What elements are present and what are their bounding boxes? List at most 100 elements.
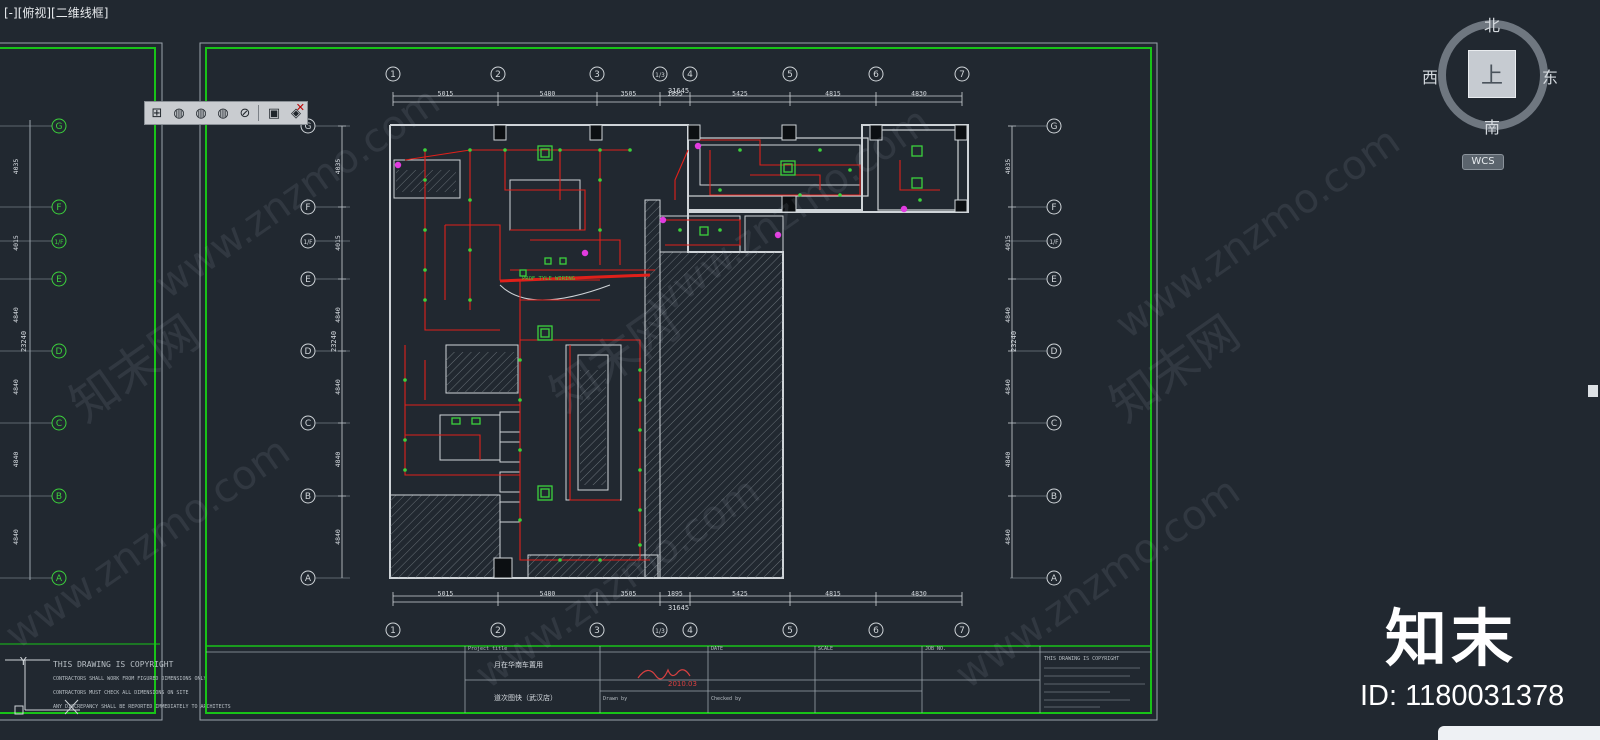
brand-id: ID: 1180031378 bbox=[1360, 680, 1565, 712]
project-label: Project title bbox=[468, 646, 507, 652]
grid-col-label: 3 bbox=[594, 626, 600, 636]
grid-row-label: F bbox=[1051, 203, 1056, 213]
job-label: JOB NO. bbox=[925, 646, 946, 652]
grid-col-label: 3 bbox=[594, 70, 600, 80]
drawn-label: Drawn by bbox=[603, 696, 627, 702]
globe-remove-icon[interactable]: ◍ bbox=[213, 104, 233, 122]
left-note-3: CONTRACTORS MUST CHECK ALL DIMENSIONS ON… bbox=[53, 690, 188, 696]
leftsheet-side-dimension: 4840 bbox=[12, 452, 20, 468]
dimension-value: 4815 bbox=[825, 590, 841, 598]
compass-south[interactable]: 南 bbox=[1484, 114, 1500, 138]
side-dimension-value: 4840 bbox=[1004, 379, 1012, 395]
brand-logo: 知末 bbox=[1385, 602, 1518, 675]
compass-north[interactable]: 北 bbox=[1484, 12, 1500, 36]
leftsheet-side-dimension: 4035 bbox=[12, 159, 20, 175]
side-dimension-value: 4840 bbox=[1004, 452, 1012, 468]
leftsheet-row-label: G bbox=[56, 122, 63, 132]
grid-col-label: 1 bbox=[390, 626, 396, 636]
region-select-icon[interactable]: ⊞ bbox=[147, 104, 167, 122]
leftsheet-row-label: B bbox=[56, 492, 62, 502]
signature: 2010.03 bbox=[637, 668, 697, 688]
grid-row-label: A bbox=[1051, 574, 1058, 584]
compass-east[interactable]: 东 bbox=[1542, 64, 1558, 88]
dimension-value: 5425 bbox=[732, 590, 748, 598]
left-note-2: CONTRACTORS SHALL WORK FROM FIGURED DIME… bbox=[53, 676, 207, 682]
side-dimension-value: 4840 bbox=[334, 452, 342, 468]
grid-col-label: 4 bbox=[687, 626, 693, 636]
dimension-value: 4830 bbox=[911, 90, 927, 98]
leftsheet-row-label: 1/F bbox=[54, 239, 64, 246]
side-dimension-value: 4840 bbox=[1004, 307, 1012, 323]
leftsheet-side-dimension: 4840 bbox=[12, 529, 20, 545]
grid-row-label: B bbox=[1051, 492, 1057, 502]
leftsheet-side-dimension: 4840 bbox=[12, 379, 20, 395]
leftsheet-row-label: F bbox=[56, 203, 61, 213]
side-dimension-value: 4035 bbox=[1004, 159, 1012, 175]
grid-col-label: 1/3 bbox=[655, 72, 665, 79]
project-name: 月在华南车置用 bbox=[494, 660, 543, 669]
grid-col-label: 7 bbox=[959, 70, 965, 80]
leftsheet-side-dimension: 4840 bbox=[12, 307, 20, 323]
globe-icon[interactable]: ◍ bbox=[169, 104, 189, 122]
notification-tab[interactable] bbox=[1438, 726, 1600, 740]
grid-col-label: 7 bbox=[959, 626, 965, 636]
grid-row-label: B bbox=[305, 492, 311, 502]
floor-plan: PROF TYLE WIRING bbox=[389, 124, 969, 579]
total-dim-bottom: 31645 bbox=[668, 604, 689, 612]
grid-row-label: 1/F bbox=[303, 239, 313, 246]
grid-col-label: 4 bbox=[687, 70, 693, 80]
dimension-value: 1895 bbox=[667, 590, 683, 598]
floating-toolbar[interactable]: ⊞ ◍ ◍ ◍ ⊘ ▣ ◈ ✕ bbox=[144, 101, 308, 125]
grid-row-label: G bbox=[1051, 122, 1058, 132]
side-dimension-value: 4840 bbox=[334, 379, 342, 395]
dimension-value: 5425 bbox=[732, 90, 748, 98]
grid-row-label: C bbox=[1051, 419, 1057, 429]
drawing-name: 道次图快（武汉店） bbox=[494, 693, 557, 702]
side-total-right: 23240 bbox=[1010, 331, 1018, 352]
leftsheet-row-label: E bbox=[56, 275, 62, 285]
leftsheet-row-label: A bbox=[56, 574, 63, 584]
scale-label: SCALE bbox=[818, 646, 833, 652]
toolbar-separator bbox=[258, 105, 259, 121]
viewcube-top-face[interactable]: 上 bbox=[1468, 50, 1516, 98]
side-dimension-value: 4840 bbox=[334, 307, 342, 323]
side-dimension-value: 4015 bbox=[1004, 235, 1012, 251]
tb-copyright: THIS DRAWING IS COPYRIGHT bbox=[1044, 656, 1119, 662]
svg-text:Y: Y bbox=[19, 655, 27, 668]
grid-col-label: 2 bbox=[495, 70, 501, 80]
vertical-scrollbar-thumb[interactable] bbox=[1588, 385, 1598, 397]
left-note-4: ANY DISCREPANCY SHALL BE REPORTED IMMEDI… bbox=[53, 704, 231, 710]
viewcube[interactable]: 上 北 南 西 东 WCS bbox=[1422, 6, 1588, 176]
globe-add-icon[interactable]: ◍ bbox=[191, 104, 211, 122]
grid-row-label: E bbox=[1051, 275, 1057, 285]
sphere-edit-icon[interactable]: ⊘ bbox=[235, 104, 255, 122]
check-label: Checked by bbox=[711, 696, 741, 702]
grid-row-label: D bbox=[1051, 347, 1058, 357]
dimension-value: 5480 bbox=[540, 90, 556, 98]
leftsheet-side-dimension: 4015 bbox=[12, 235, 20, 251]
dimension-value: 4830 bbox=[911, 590, 927, 598]
grid-row-label: D bbox=[305, 347, 312, 357]
left-note-1: THIS DRAWING IS COPYRIGHT bbox=[53, 660, 174, 669]
grid-col-label: 6 bbox=[873, 70, 879, 80]
grid-row-label: A bbox=[305, 574, 312, 584]
cube-icon[interactable]: ▣ bbox=[264, 104, 284, 122]
grid-row-label: C bbox=[305, 419, 311, 429]
leftsheet-row-label: D bbox=[56, 347, 63, 357]
dimension-value: 3505 bbox=[621, 90, 637, 98]
toolbar-close-icon[interactable]: ✕ bbox=[296, 101, 305, 114]
dimension-value: 5015 bbox=[438, 590, 454, 598]
dimension-value: 5480 bbox=[540, 590, 556, 598]
grid-col-label: 2 bbox=[495, 626, 501, 636]
grid-row-label: E bbox=[305, 275, 311, 285]
grid-row-label: 1/F bbox=[1049, 239, 1059, 246]
side-dimension-value: 4840 bbox=[334, 529, 342, 545]
side-total-leftsheet: 23240 bbox=[20, 331, 28, 352]
side-dimension-value: 4035 bbox=[334, 159, 342, 175]
wcs-button[interactable]: WCS bbox=[1462, 154, 1504, 170]
date-label: DATE bbox=[711, 646, 723, 652]
grid-col-label: 6 bbox=[873, 626, 879, 636]
grid-col-label: 5 bbox=[787, 626, 793, 636]
grid-col-label: 1 bbox=[390, 70, 396, 80]
compass-west[interactable]: 西 bbox=[1422, 64, 1438, 88]
